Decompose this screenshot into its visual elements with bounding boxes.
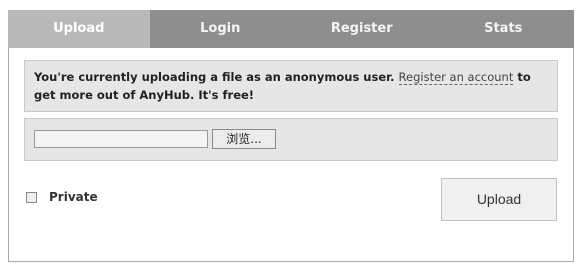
register-account-link[interactable]: Register an account — [398, 70, 514, 85]
tab-login[interactable]: Login — [150, 10, 292, 48]
tab-stats[interactable]: Stats — [433, 10, 575, 48]
private-checkbox[interactable] — [26, 191, 37, 203]
file-path-field[interactable] — [34, 130, 208, 148]
upload-button[interactable]: Upload — [441, 178, 557, 221]
anonymous-notice: You're currently uploading a file as an … — [24, 60, 558, 112]
private-option: Private — [26, 190, 98, 204]
tab-bar: Upload Login Register Stats — [8, 10, 574, 48]
private-label: Private — [49, 190, 98, 204]
browse-button[interactable]: 浏览... — [212, 129, 276, 149]
notice-text-before: You're currently uploading a file as an … — [34, 70, 395, 84]
file-select-area: 浏览... — [24, 118, 558, 161]
tab-register[interactable]: Register — [291, 10, 433, 48]
tab-upload[interactable]: Upload — [8, 10, 150, 48]
